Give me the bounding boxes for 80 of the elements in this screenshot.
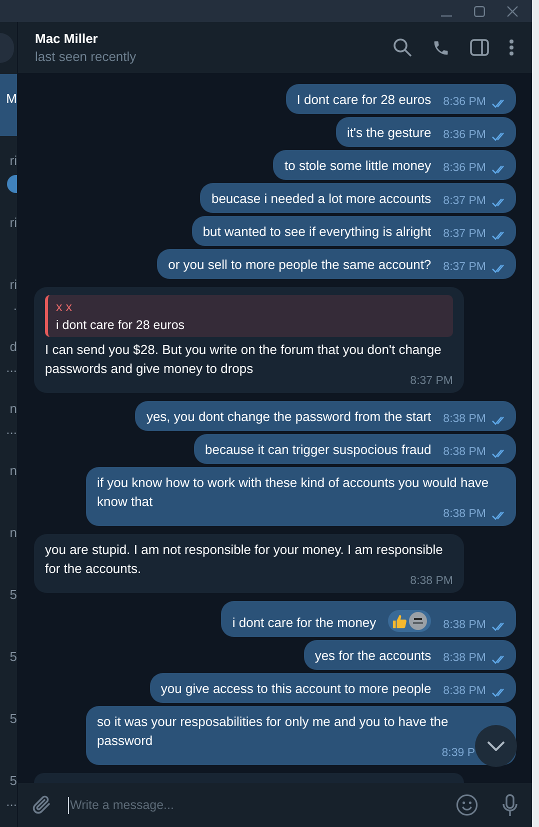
- contact-name: Mac Miller: [35, 30, 99, 48]
- chevron-down-icon: [487, 741, 505, 751]
- message-time: 8:38 PM: [443, 619, 486, 632]
- chat-list-item[interactable]: M: [0, 74, 17, 136]
- chat-list-item[interactable]: n: [0, 446, 17, 508]
- close-icon[interactable]: [507, 6, 518, 16]
- message-text: but wanted to see if everything is alright: [202, 223, 432, 241]
- paperclip-icon[interactable]: [32, 794, 52, 816]
- chat-preview-text: 5: [10, 772, 17, 790]
- message-input[interactable]: Write a message...: [70, 796, 456, 814]
- message-text: i dont care for the money: [232, 614, 376, 632]
- chat-list-item[interactable]: ri .: [0, 260, 17, 322]
- message-text: you give access to this account to more people: [160, 680, 432, 698]
- message-text: it's the gesture: [347, 124, 432, 142]
- message-text: so it was your resposabilities for only me and you to have the password: [97, 713, 450, 748]
- reply-text: i dont care for 28 euros: [56, 317, 186, 334]
- chat-preview-text: ri: [10, 214, 17, 232]
- chat-preview-text: 5: [10, 710, 17, 728]
- message-time: 8:36 PM: [443, 162, 486, 175]
- composer-bar[interactable]: Write a message...: [18, 783, 532, 827]
- message-time: 8:38 PM: [443, 685, 486, 698]
- emoji-icon[interactable]: [456, 794, 478, 816]
- message-text: yes for the accounts: [314, 647, 432, 665]
- message-time: 8:38 PM: [443, 413, 486, 426]
- chat-list-item[interactable]: 5: [0, 694, 17, 756]
- message-time: 8:38 PM: [443, 446, 486, 459]
- search-icon[interactable]: [393, 38, 412, 57]
- message-text: I dont care for 28 euros: [296, 91, 432, 109]
- thumbs-up-icon: [392, 614, 408, 628]
- contact-status: last seen recently: [35, 48, 138, 66]
- phone-icon[interactable]: [432, 38, 450, 56]
- more-icon[interactable]: [509, 39, 514, 56]
- chat-preview-snippet: .: [13, 297, 17, 315]
- reply-author: x x: [56, 299, 73, 316]
- chat-preview-text: n: [10, 462, 17, 480]
- message-text: I can send you $28. But you write on the forum that you don't change passwords and give money to drops: [45, 341, 442, 376]
- chat-preview-text: ri: [10, 152, 17, 170]
- chat-preview-text: n: [10, 400, 17, 418]
- chat-preview-text: ri: [10, 276, 17, 294]
- chat-preview-text: 5: [10, 586, 17, 604]
- chat-list-item[interactable]: 5: [0, 570, 17, 632]
- sidebar-toggle-icon[interactable]: [470, 39, 489, 56]
- chat-preview-snippet: ...: [6, 793, 17, 811]
- unread-badge: [7, 175, 17, 193]
- chat-list-item[interactable]: d ...: [0, 322, 17, 384]
- chat-preview-snippet: ...: [6, 421, 17, 439]
- message-text: yes, you dont change the password from the start: [146, 408, 432, 426]
- message-text: because it can trigger suspocious fraud: [204, 441, 432, 459]
- chat-preview-text: d: [10, 338, 17, 356]
- message-time: 8:38 PM: [443, 652, 486, 665]
- message-time: 8:37 PM: [443, 195, 486, 208]
- chat-preview-text: n: [10, 524, 17, 542]
- microphone-icon[interactable]: [502, 794, 518, 816]
- message-time: 8:37 PM: [443, 228, 486, 241]
- message-time: 8:37 PM: [443, 261, 486, 274]
- maximize-icon[interactable]: [474, 6, 485, 16]
- avatar-icon: [409, 612, 428, 630]
- chat-list-item[interactable]: ri: [0, 136, 17, 198]
- message-time: 8:39 P: [442, 747, 475, 760]
- chat-preview-snippet: ...: [6, 359, 17, 377]
- chat-list-item[interactable]: 5 ...: [0, 756, 17, 818]
- message-text: if you know how to work with these kind of accounts you would have know that: [97, 474, 490, 509]
- chat-preview-text: 5: [10, 648, 17, 666]
- quoted-reply[interactable]: x x i dont care for 28 euros: [45, 295, 453, 337]
- message-time: 8:38 PM: [443, 508, 486, 521]
- chat-list-item[interactable]: ri: [0, 198, 17, 260]
- message-text: beucase i needed a lot more accounts: [211, 190, 432, 208]
- reaction-chip[interactable]: [388, 610, 432, 632]
- message-text: to stole some little money: [284, 157, 432, 175]
- chat-list-item[interactable]: n: [0, 508, 17, 570]
- message-time: 8:36 PM: [443, 96, 486, 109]
- chat-preview-text: M: [6, 90, 17, 108]
- message-text: or you sell to more people the same account?: [168, 256, 432, 274]
- message-time: 8:36 PM: [443, 129, 486, 142]
- chat-list-item[interactable]: 5: [0, 632, 17, 694]
- chat-list-item[interactable]: n ...: [0, 384, 17, 446]
- message-time: 8:37 PM: [410, 375, 453, 388]
- message-text: you are stupid. I am not responsible for your money. I am responsible for the accounts.: [45, 541, 444, 576]
- text-cursor: [68, 796, 69, 814]
- message-time: 8:38 PM: [410, 575, 453, 588]
